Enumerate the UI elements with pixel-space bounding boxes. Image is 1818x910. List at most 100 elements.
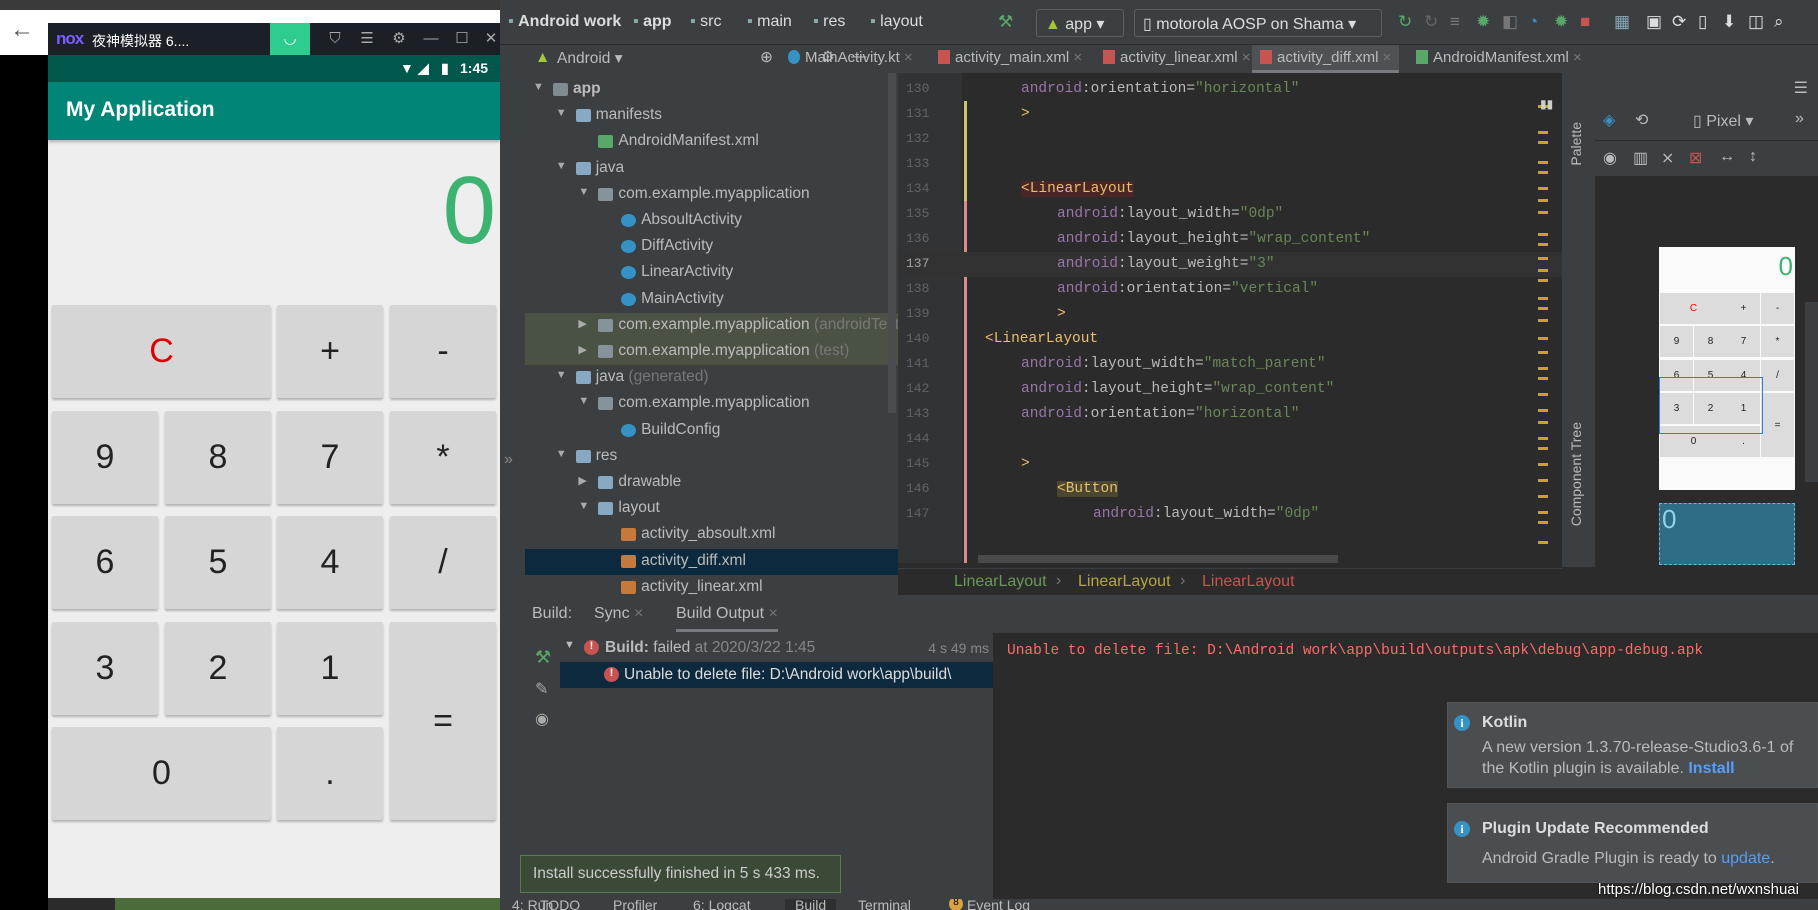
tree-item[interactable]: ▶ com.example.myapplication (test) (525, 339, 898, 365)
warning-mark[interactable] (1538, 199, 1548, 202)
sdk-manager-icon[interactable]: ⬇ (1722, 12, 1736, 32)
calc-button-5[interactable]: 5 (165, 516, 271, 609)
expand-vertical-icon[interactable]: ↕ (1749, 148, 1757, 166)
project-structure-icon[interactable]: ▦ (1614, 12, 1630, 32)
calc-button-6[interactable]: 6 (52, 516, 158, 609)
tree-item[interactable]: ▼ layout (525, 496, 898, 522)
kotlin-notification[interactable]: i Kotlin A new version 1.3.70-release-St… (1447, 702, 1818, 788)
warning-mark[interactable] (1538, 421, 1548, 424)
tool-tab-terminal[interactable]: Terminal (858, 899, 911, 910)
code-line[interactable]: 130 android:orientation="horizontal" (898, 77, 1562, 102)
chevron-down-icon[interactable]: ▼ (556, 369, 567, 381)
warning-mark[interactable] (1538, 447, 1548, 450)
calc-button-dot[interactable]: . (277, 727, 383, 820)
close-icon[interactable]: × (1238, 49, 1251, 66)
device-dropdown[interactable]: ▯ motorola AOSP on Shama ▾ (1134, 9, 1382, 37)
calc-button-/[interactable]: / (390, 516, 496, 609)
close-icon[interactable]: × (634, 605, 643, 622)
maximize-icon[interactable]: ☐ (447, 23, 477, 55)
install-link[interactable]: Install (1688, 760, 1734, 777)
code-line[interactable]: 147 android:layout_width="0dp" (898, 502, 1562, 527)
eye-icon[interactable]: ◉ (535, 709, 549, 729)
arrow-left-icon[interactable]: ← (10, 16, 34, 44)
warning-mark[interactable] (1538, 233, 1548, 236)
chevron-down-icon[interactable]: ▼ (578, 395, 589, 407)
calc-button-2[interactable]: 2 (165, 622, 271, 715)
eye-icon[interactable]: ◉ (1603, 148, 1617, 168)
expand-horizontal-icon[interactable]: ↔ (1719, 148, 1735, 166)
warning-mark[interactable] (1538, 187, 1548, 190)
tree-item[interactable]: ▼ res (525, 444, 898, 470)
calc-button-7[interactable]: 7 (277, 411, 383, 504)
close-icon[interactable]: × (1069, 49, 1082, 66)
xml-breadcrumb-item[interactable]: LinearLayout (954, 573, 1047, 591)
warning-mark[interactable] (1538, 141, 1548, 144)
update-link[interactable]: update (1721, 850, 1770, 867)
code-line[interactable]: 141 android:layout_width="match_parent" (898, 352, 1562, 377)
code-line[interactable]: 142 android:layout_height="wrap_content" (898, 377, 1562, 402)
gear-icon[interactable]: ⚙ (384, 23, 414, 55)
store-icon[interactable]: ◡ (270, 23, 310, 55)
chevron-down-icon[interactable]: ▼ (556, 107, 567, 119)
breadcrumb-item[interactable]: ▪ main (747, 13, 792, 31)
debug-icon[interactable]: ✹ (1476, 12, 1490, 32)
calc-button-0[interactable]: 0 (52, 727, 271, 820)
warning-mark[interactable] (1538, 377, 1548, 380)
device-file-icon[interactable]: ◫ (1748, 12, 1764, 32)
blueprint-preview[interactable]: 0 (1659, 503, 1795, 565)
warning-mark[interactable] (1538, 297, 1548, 300)
tab-sync[interactable]: Sync × (594, 605, 643, 623)
breadcrumb-item[interactable]: ▪ layout (870, 13, 923, 31)
close-icon[interactable]: × (1569, 49, 1582, 66)
selection-box[interactable] (1659, 377, 1763, 434)
tree-item[interactable]: LinearActivity (525, 260, 898, 286)
chevron-down-icon[interactable]: ▼ (556, 448, 567, 460)
layers-icon[interactable]: ◈ (1603, 110, 1615, 130)
code-line[interactable]: 139 > (898, 302, 1562, 327)
warning-mark[interactable] (1538, 257, 1548, 260)
rotate-icon[interactable]: ⟲ (1635, 110, 1648, 130)
layout-preview[interactable]: 0 C + -9 8 7 * 6 5 4/3 2 1 = 0. (1659, 247, 1795, 490)
code-line[interactable]: 143 android:orientation="horizontal" (898, 402, 1562, 427)
warning-mark[interactable] (1538, 351, 1548, 354)
tree-item[interactable]: AbsoultActivity (525, 208, 898, 234)
tree-item[interactable]: ▼ java (generated) (525, 365, 898, 391)
close-icon[interactable]: × (769, 605, 778, 622)
calc-button--[interactable]: - (390, 305, 496, 398)
chevron-down-icon[interactable]: ▼ (578, 186, 589, 198)
warning-mark[interactable] (1538, 319, 1548, 322)
expand-icon[interactable]: » (504, 451, 513, 469)
breadcrumb-item[interactable]: ▪ src (690, 13, 721, 31)
tree-item[interactable]: activity_absoult.xml (525, 522, 898, 548)
vertical-scrollbar[interactable] (888, 73, 896, 413)
calc-button-+[interactable]: + (277, 305, 383, 398)
breadcrumb-item[interactable]: ▪ res (813, 13, 845, 31)
tree-item[interactable]: AndroidManifest.xml (525, 129, 898, 155)
calc-button-9[interactable]: 9 (52, 411, 158, 504)
build-result-row[interactable]: ▼ ! Build: failed at 2020/3/22 1:45 4 s … (560, 635, 993, 661)
shirt-icon[interactable]: ⛉ (320, 23, 350, 55)
tab-activity-diff-xml[interactable]: activity_diff.xml × (1252, 45, 1400, 73)
code-line[interactable]: 132 (898, 127, 1562, 152)
tool-tab-profiler[interactable]: Profiler (613, 899, 657, 910)
code-line[interactable]: 137 android:layout_weight="3" (898, 252, 1562, 277)
tab-mainactivity-kt[interactable]: MainActivity.kt × (780, 45, 921, 73)
tool-tab-todo[interactable]: TODO (540, 899, 580, 910)
chevron-down-icon[interactable]: ▼ (578, 500, 589, 512)
code-line[interactable]: 136 android:layout_height="wrap_content" (898, 227, 1562, 252)
project-view-dropdown[interactable]: Android ▾ (557, 49, 623, 68)
tree-item[interactable]: ▼ manifests (525, 103, 898, 129)
warning-mark[interactable] (1538, 437, 1548, 440)
sync-gradle-icon[interactable]: ⟳ (1672, 12, 1686, 32)
warning-mark[interactable] (1538, 409, 1548, 412)
chevron-down-icon[interactable]: ▼ (533, 81, 544, 93)
avd-manager-icon[interactable]: ▯ (1698, 12, 1707, 32)
warning-mark[interactable] (1538, 211, 1548, 214)
rerun-icon[interactable]: ↻ (1398, 12, 1412, 32)
tree-item[interactable]: ▼ java (525, 156, 898, 182)
search-icon[interactable]: ⌕ (1774, 12, 1784, 32)
code-line[interactable]: 133 (898, 152, 1562, 177)
warning-mark[interactable] (1538, 521, 1548, 524)
plugin-update-notification[interactable]: i Plugin Update Recommended Android Grad… (1447, 803, 1818, 883)
tool-tab-event-log[interactable]: Event Log (967, 899, 1030, 910)
